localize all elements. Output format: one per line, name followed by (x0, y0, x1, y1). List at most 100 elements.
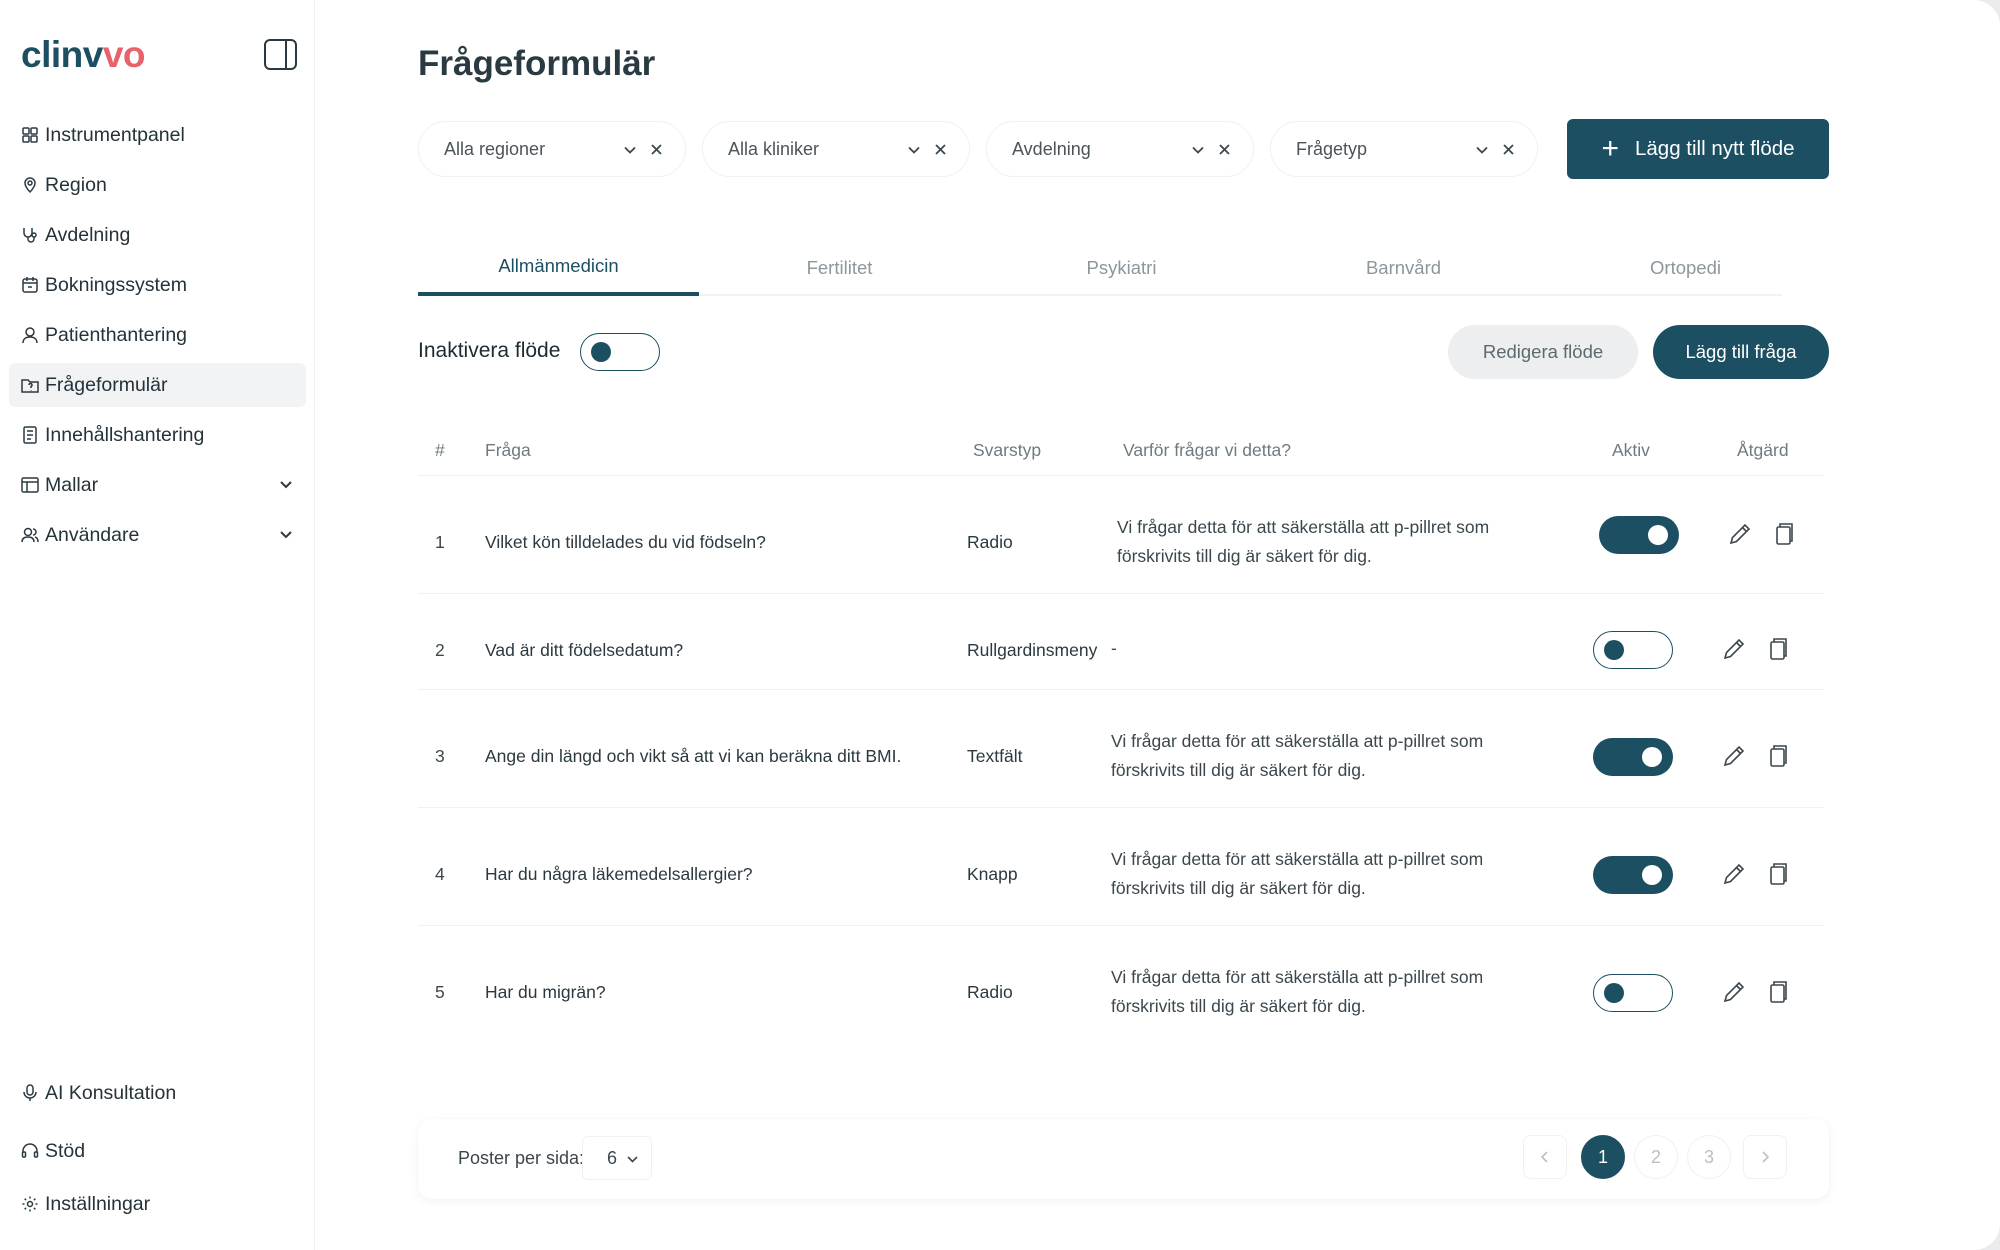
sidebar-item-installningar[interactable]: Inställningar (9, 1182, 306, 1226)
row-answer-type: Textfält (967, 746, 1023, 766)
row-why-line: - (1111, 638, 1117, 658)
tab-ortopedi[interactable]: Ortopedi (1545, 240, 1826, 296)
users-icon (21, 526, 39, 544)
sidebar-item-avdelning[interactable]: Avdelning (9, 213, 306, 257)
edit-icon[interactable] (1721, 979, 1747, 1005)
per-page-select[interactable]: 6 (582, 1136, 652, 1180)
table-row: 1 Vilket kön tilldelades du vid födseln?… (418, 476, 1824, 594)
sidebar-item-ai-konsultation[interactable]: AI Konsultation (9, 1071, 306, 1115)
active-toggle[interactable] (1593, 631, 1673, 669)
copy-icon[interactable] (1764, 636, 1790, 662)
chevron-left-icon (1540, 1151, 1548, 1163)
filter-label: Frågetyp (1296, 138, 1368, 159)
sidebar-item-anvandare[interactable]: Användare (9, 513, 306, 557)
calendar-icon (21, 276, 39, 294)
filter-clinic-select[interactable]: Alla kliniker (702, 121, 970, 177)
sidebar-item-label: Frågeformulär (45, 373, 168, 396)
active-toggle[interactable] (1599, 516, 1679, 554)
copy-icon[interactable] (1764, 743, 1790, 769)
copy-icon[interactable] (1764, 979, 1790, 1005)
page-button-3[interactable]: 3 (1687, 1135, 1731, 1179)
row-answer-type: Radio (967, 532, 1013, 552)
sidebar-item-bokningssystem[interactable]: Bokningssystem (9, 263, 306, 307)
clear-icon[interactable] (1218, 143, 1231, 156)
row-number: 3 (435, 746, 445, 766)
row-why: Vi frågar detta för att säkerställa att … (1111, 845, 1483, 903)
logo: clinvvo (21, 34, 146, 75)
edit-icon[interactable] (1721, 743, 1747, 769)
sidebar-item-label: Avdelning (45, 223, 131, 246)
deactivate-flow-toggle[interactable] (580, 333, 660, 371)
edit-icon[interactable] (1727, 521, 1753, 547)
sidebar-item-label: Användare (45, 523, 140, 546)
filter-label: Alla kliniker (728, 138, 820, 159)
edit-flow-button[interactable]: Redigera flöde (1448, 325, 1638, 379)
sidebar-item-innehallshantering[interactable]: Innehållshantering (9, 413, 306, 457)
pagination-bar: Poster per sida: 6 1 2 3 (418, 1119, 1829, 1199)
tab-psykiatri[interactable]: Psykiatri (981, 240, 1262, 296)
row-question: Vad är ditt födelsedatum? (485, 640, 684, 660)
folder-question-icon (21, 376, 39, 394)
sidebar-item-region[interactable]: Region (9, 163, 306, 207)
active-toggle[interactable] (1593, 738, 1673, 776)
row-why-line: Vi frågar detta för att säkerställa att … (1111, 967, 1484, 987)
tab-fertilitet[interactable]: Fertilitet (699, 240, 980, 296)
row-why-line: Vi frågar detta för att säkerställa att … (1111, 849, 1484, 869)
per-page-value: 6 (607, 1147, 618, 1168)
filter-question-type-select[interactable]: Frågetyp (1270, 121, 1538, 177)
filter-region-select[interactable]: Alla regioner (418, 121, 686, 177)
sidebar-item-mallar[interactable]: Mallar (9, 463, 306, 507)
chevron-right-icon (1762, 1151, 1770, 1163)
copy-icon[interactable] (1764, 861, 1790, 887)
per-page-label: Poster per sida: (458, 1148, 585, 1168)
toggle-knob (1642, 865, 1662, 885)
prev-page-button[interactable] (1523, 1135, 1567, 1179)
row-question: Har du migrän? (485, 982, 606, 1002)
chevron-down-icon[interactable] (278, 476, 294, 492)
row-answer-type: Radio (967, 982, 1013, 1002)
filter-department-select[interactable]: Avdelning (986, 121, 1254, 177)
next-page-button[interactable] (1743, 1135, 1787, 1179)
edit-icon[interactable] (1721, 636, 1747, 662)
row-number: 2 (435, 640, 445, 660)
sidebar-toggle-button[interactable] (264, 39, 297, 70)
template-icon (21, 476, 39, 494)
table-row: 4 Har du några läkemedelsallergier? Knap… (418, 808, 1824, 926)
sidebar-item-label: Instrumentpanel (45, 123, 185, 146)
row-question: Ange din längd och vikt så att vi kan be… (485, 746, 902, 766)
tab-barnvard[interactable]: Barnvård (1263, 240, 1544, 296)
row-why-line: förskrivits till dig är säkert för dig. (1117, 546, 1372, 566)
chevron-down-icon (627, 1156, 638, 1163)
page-button-1[interactable]: 1 (1581, 1135, 1625, 1179)
sidebar-item-stod[interactable]: Stöd (9, 1129, 306, 1173)
specialty-tabs: Allmänmedicin Fertilitet Psykiatri Barnv… (418, 240, 1782, 296)
sidebar-item-patienthantering[interactable]: Patienthantering (9, 313, 306, 357)
add-new-flow-button[interactable]: + Lägg till nytt flöde (1567, 119, 1829, 179)
sidebar-item-label: Bokningssystem (45, 273, 187, 296)
page-button-2[interactable]: 2 (1634, 1135, 1678, 1179)
col-header-action: Åtgärd (1737, 440, 1789, 460)
add-question-button[interactable]: Lägg till fråga (1653, 325, 1829, 379)
copy-icon[interactable] (1770, 521, 1796, 547)
row-number: 1 (435, 532, 445, 552)
col-header-num: # (435, 440, 445, 460)
clear-icon[interactable] (1502, 143, 1515, 156)
row-answer-type: Knapp (967, 864, 1018, 884)
row-why-line: Vi frågar detta för att säkerställa att … (1111, 731, 1484, 751)
sidebar-item-label: Inställningar (45, 1192, 151, 1215)
page-title: Frågeformulär (418, 44, 656, 83)
sidebar: clinvvo Instrumentpanel Region Avdelning… (0, 0, 315, 1250)
chevron-down-icon[interactable] (278, 526, 294, 542)
filter-label: Avdelning (1012, 138, 1091, 159)
clear-icon[interactable] (934, 143, 947, 156)
clear-icon[interactable] (650, 143, 663, 156)
row-why: Vi frågar detta för att säkerställa att … (1111, 727, 1483, 785)
active-toggle[interactable] (1593, 856, 1673, 894)
tab-allmanmedicin[interactable]: Allmänmedicin (418, 240, 699, 296)
sidebar-item-frageformular[interactable]: Frågeformulär (9, 363, 306, 407)
table-row: 3 Ange din längd och vikt så att vi kan … (418, 690, 1824, 808)
sidebar-item-instrumentpanel[interactable]: Instrumentpanel (9, 113, 306, 157)
toggle-knob (591, 342, 611, 362)
active-toggle[interactable] (1593, 974, 1673, 1012)
edit-icon[interactable] (1721, 861, 1747, 887)
